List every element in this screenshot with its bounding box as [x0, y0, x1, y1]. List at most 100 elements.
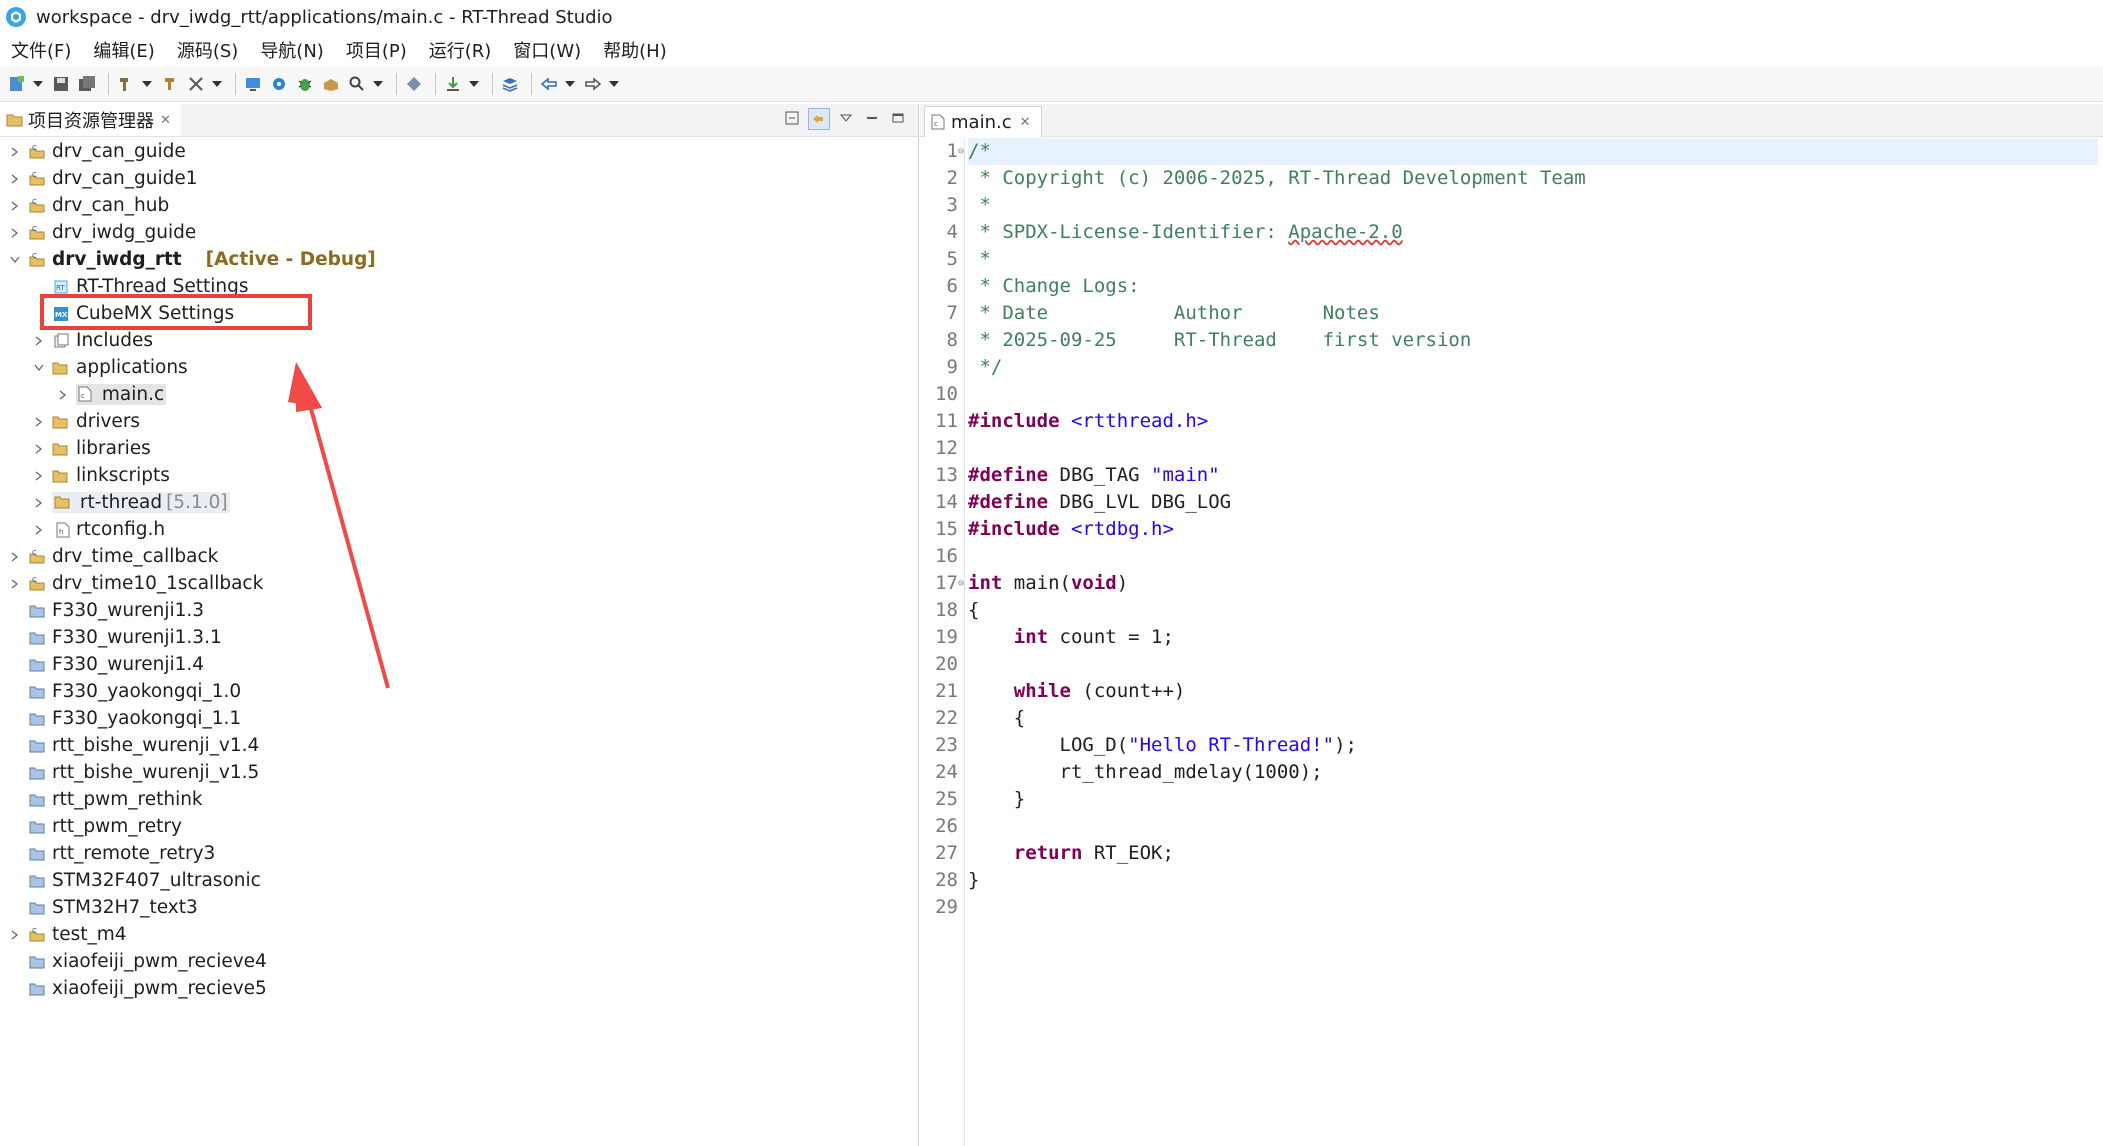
minimize-icon[interactable] — [862, 108, 882, 128]
clean-icon[interactable] — [185, 73, 207, 95]
closed-project-icon — [28, 710, 46, 728]
code-line: 23 LOG_D("Hello RT-Thread!"); — [935, 732, 2098, 759]
tree-item-includes[interactable]: Includes — [0, 327, 918, 354]
chevron-right-icon[interactable] — [8, 550, 22, 564]
chevron-right-icon[interactable] — [32, 496, 46, 510]
line-number: 17 — [935, 572, 958, 594]
chip-icon[interactable] — [403, 73, 425, 95]
tree-item-file-selected[interactable]: c main.c — [0, 381, 918, 408]
menu-run[interactable]: 运行(R) — [429, 37, 492, 63]
chevron-down-icon[interactable] — [8, 253, 22, 267]
debug-bug-icon[interactable] — [294, 73, 316, 95]
tab-project-explorer[interactable]: 项目资源管理器 ✕ — [0, 104, 181, 136]
chevron-down-icon[interactable] — [372, 73, 384, 95]
tab-main-c[interactable]: c main.c ✕ — [924, 106, 1042, 137]
menu-edit[interactable]: 编辑(E) — [93, 37, 154, 63]
close-icon[interactable]: ✕ — [160, 113, 171, 128]
code-line: 7 * Date Author Notes — [947, 300, 2098, 327]
search-icon[interactable] — [346, 73, 368, 95]
save-all-icon[interactable] — [76, 73, 98, 95]
sdk-manager-icon[interactable] — [268, 73, 290, 95]
tree-item-closed-project[interactable]: F330_wurenji1.3 — [0, 597, 918, 624]
save-icon[interactable] — [50, 73, 72, 95]
chevron-right-icon[interactable] — [8, 199, 22, 213]
tree-item-folder[interactable]: drivers — [0, 408, 918, 435]
tree-item-closed-project[interactable]: rtt_remote_retry3 — [0, 840, 918, 867]
closed-project-icon — [28, 791, 46, 809]
tree-item-project[interactable]: C drv_can_hub — [0, 192, 918, 219]
new-icon[interactable] — [6, 73, 28, 95]
forward-arrow-icon[interactable] — [582, 73, 604, 95]
chevron-down-icon[interactable] — [141, 73, 153, 95]
tree-item-closed-project[interactable]: F330_wurenji1.4 — [0, 651, 918, 678]
chevron-right-icon[interactable] — [32, 442, 46, 456]
chevron-right-icon[interactable] — [8, 145, 22, 159]
tree-label: main.c — [101, 384, 165, 405]
chevron-right-icon[interactable] — [32, 334, 46, 348]
chevron-right-icon[interactable] — [8, 928, 22, 942]
chevron-right-icon[interactable] — [56, 388, 70, 402]
tree-item-closed-project[interactable]: F330_yaokongqi_1.0 — [0, 678, 918, 705]
maximize-icon[interactable] — [888, 108, 908, 128]
tree-item-closed-project[interactable]: rtt_pwm_rethink — [0, 786, 918, 813]
menu-help[interactable]: 帮助(H) — [603, 37, 667, 63]
collapse-all-icon[interactable] — [782, 108, 802, 128]
chevron-down-icon[interactable] — [608, 73, 620, 95]
tree-item-project[interactable]: C drv_time10_1scallback — [0, 570, 918, 597]
tree-item-closed-project[interactable]: STM32H7_text3 — [0, 894, 918, 921]
menu-project[interactable]: 项目(P) — [346, 37, 407, 63]
menu-source[interactable]: 源码(S) — [177, 37, 238, 63]
chevron-right-icon[interactable] — [32, 523, 46, 537]
back-arrow-icon[interactable] — [538, 73, 560, 95]
tree-item-project[interactable]: C drv_can_guide1 — [0, 165, 918, 192]
tree-item-project[interactable]: C test_m4 — [0, 921, 918, 948]
closed-project-icon — [28, 764, 46, 782]
close-icon[interactable]: ✕ — [1020, 115, 1031, 130]
tree-item-closed-project[interactable]: rtt_bishe_wurenji_v1.4 — [0, 732, 918, 759]
tree-item-folder[interactable]: linkscripts — [0, 462, 918, 489]
menu-file[interactable]: 文件(F) — [11, 37, 71, 63]
download-package-icon[interactable] — [320, 73, 342, 95]
chevron-right-icon[interactable] — [8, 577, 22, 591]
chevron-right-icon[interactable] — [32, 415, 46, 429]
build-hammer-icon[interactable] — [115, 73, 137, 95]
tree-item-closed-project[interactable]: xiaofeiji_pwm_recieve5 — [0, 975, 918, 1002]
chevron-right-icon[interactable] — [32, 469, 46, 483]
rebuild-icon[interactable] — [159, 73, 181, 95]
fold-icon[interactable]: ⊖ — [958, 138, 964, 165]
tree-item-closed-project[interactable]: rtt_pwm_retry — [0, 813, 918, 840]
menu-window[interactable]: 窗口(W) — [513, 37, 581, 63]
chevron-down-icon[interactable] — [564, 73, 576, 95]
terminal-monitor-icon[interactable] — [242, 73, 264, 95]
chevron-right-icon[interactable] — [8, 172, 22, 186]
layers-icon[interactable] — [499, 73, 521, 95]
tree-item-project[interactable]: C drv_time_callback — [0, 543, 918, 570]
tree-item-folder[interactable]: applications — [0, 354, 918, 381]
tree-item-project[interactable]: C drv_can_guide — [0, 138, 918, 165]
flash-download-icon[interactable] — [442, 73, 464, 95]
tree-label: rtt_pwm_retry — [52, 816, 182, 837]
chevron-down-icon[interactable] — [468, 73, 480, 95]
tree-item-closed-project[interactable]: F330_yaokongqi_1.1 — [0, 705, 918, 732]
menu-navigate[interactable]: 导航(N) — [260, 37, 324, 63]
chevron-right-icon[interactable] — [8, 226, 22, 240]
line-number: 19 — [935, 626, 958, 648]
tree-item-closed-project[interactable]: xiaofeiji_pwm_recieve4 — [0, 948, 918, 975]
chevron-down-icon[interactable] — [211, 73, 223, 95]
link-with-editor-icon[interactable] — [808, 108, 830, 130]
code-text-area[interactable]: 1 ⊖/* 2 * Copyright (c) 2006-2025, RT-Thr… — [935, 138, 2098, 921]
fold-icon[interactable]: ⊖ — [958, 570, 964, 597]
tree-item-folder-rt-thread[interactable]: rt-thread [5.1.0] — [0, 489, 918, 516]
tree-label: xiaofeiji_pwm_recieve5 — [52, 978, 267, 999]
tree-item-file[interactable]: h rtconfig.h — [0, 516, 918, 543]
tree-item-closed-project[interactable]: STM32F407_ultrasonic — [0, 867, 918, 894]
line-number: 27 — [935, 842, 958, 864]
tree-item-project[interactable]: C drv_iwdg_guide — [0, 219, 918, 246]
chevron-down-icon[interactable] — [32, 361, 46, 375]
view-menu-icon[interactable] — [836, 108, 856, 128]
tree-item-closed-project[interactable]: rtt_bishe_wurenji_v1.5 — [0, 759, 918, 786]
tree-item-folder[interactable]: libraries — [0, 435, 918, 462]
chevron-down-icon[interactable] — [32, 73, 44, 95]
tree-item-closed-project[interactable]: F330_wurenji1.3.1 — [0, 624, 918, 651]
tree-item-active-project[interactable]: C drv_iwdg_rtt [Active - Debug] — [0, 246, 918, 273]
